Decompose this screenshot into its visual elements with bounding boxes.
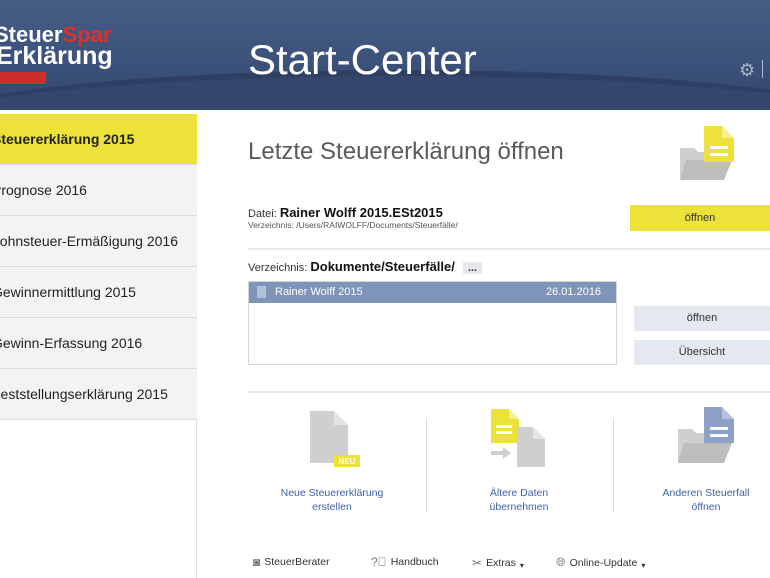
action-label: Ältere Daten übernehmen [429,487,609,514]
help-icon: ?⃞ [371,555,387,569]
tools-icon: ✂ [472,555,483,570]
action-label: Anderen Steuerfall öffnen [616,487,770,514]
action-label-line2: erstellen [312,500,352,513]
header: SteuerSpar Erklärung Start-Center ⚙ [0,0,770,110]
action-label-line2: übernehmen [489,500,549,513]
file-info: Datei: Rainer Wolff 2015.ESt2015 [248,205,443,220]
open-other-case-action[interactable]: Anderen Steuerfall öffnen [616,405,770,514]
logo-bar [0,72,46,84]
sidebar-item-label: Feststellungserklärung 2015 [0,386,168,402]
recent-file-icon [680,126,734,180]
tool-label: Extras [486,556,516,569]
dir-path: /Users/RAIWOLFF/Documents/Steuerfälle/ [296,220,458,230]
open-folder-icon [678,407,734,463]
sidebar-item-gewinnermittlung-2015[interactable]: Gewinnermittlung 2015 [0,267,197,318]
sidebar-item-prognose-2016[interactable]: Prognose 2016 [0,165,197,216]
divider [426,418,427,512]
new-tax-return-action[interactable]: NEU Neue Steuererklärung erstellen [242,405,422,514]
tool-label: Online-Update [569,556,638,569]
action-label-line2: öffnen [691,500,721,513]
sidebar-item-label: Gewinnermittlung 2015 [0,284,136,300]
new-document-icon: NEU [310,411,360,467]
sidebar-item-steuererklaerung-2015[interactable]: Steuererklärung 2015 [0,114,197,165]
extras-menu[interactable]: ✂ Extras ▾ [472,555,524,571]
divider [248,248,770,250]
sidebar-item-label: Lohnsteuer-Ermäßigung 2016 [0,233,179,249]
import-data-action[interactable]: Ältere Daten übernehmen [429,405,609,514]
folder-label: Verzeichnis: [248,262,308,274]
sidebar: Steuererklärung 2015 Prognose 2016 Lohns… [0,114,197,578]
folder-name: Dokumente/Steuerfälle/ [310,259,455,274]
overview-button[interactable]: Übersicht [634,340,770,365]
handbuch-button[interactable]: ?⃞ Handbuch [371,555,439,569]
new-badge: NEU [339,457,356,466]
chevron-down-icon: ▾ [641,561,646,570]
document-icon [257,286,266,298]
sidebar-item-lohnsteuer-2016[interactable]: Lohnsteuer-Ermäßigung 2016 [0,216,197,267]
chevron-down-icon: ▾ [519,561,524,570]
action-label-line1: Ältere Daten [489,487,549,499]
file-row-date: 26.01.2016 [546,286,602,298]
globe-icon: 🌐︎ [556,555,566,569]
directory-info: Verzeichnis: /Users/RAIWOLFF/Documents/S… [248,220,458,230]
tool-label: SteuerBerater [264,556,330,568]
divider [762,60,763,78]
logo-line2: Erklärung [0,42,113,70]
camera-icon: ◙ [253,555,261,569]
file-row-name: Rainer Wolff 2015 [275,286,363,298]
dir-label: Verzeichnis: [248,220,294,230]
page-title: Start-Center [248,36,477,83]
action-label-line1: Anderen Steuerfall [662,487,750,499]
sidebar-item-label: Steuererklärung 2015 [0,131,135,147]
sidebar-item-label: Gewinn-Erfassung 2016 [0,335,143,351]
folder-info: Verzeichnis: Dokumente/Steuerfälle/... [248,259,483,274]
file-list-row[interactable]: Rainer Wolff 2015 26.01.2016 [249,282,616,303]
file-name: Rainer Wolff 2015.ESt2015 [279,205,443,220]
open-button[interactable]: öffnen [634,306,770,331]
action-label: Neue Steuererklärung erstellen [242,487,422,514]
section-heading: Letzte Steuererklärung öffnen [248,138,564,165]
steuerberater-button[interactable]: ◙ SteuerBerater [253,555,330,569]
sidebar-item-gewinn-erfassung-2016[interactable]: Gewinn-Erfassung 2016 [0,318,197,369]
open-last-button[interactable]: öffnen [630,205,770,231]
import-data-icon [491,409,545,467]
sidebar-item-label: Prognose 2016 [0,182,87,198]
divider [248,391,770,393]
file-list[interactable]: Rainer Wolff 2015 26.01.2016 [248,281,617,365]
gear-icon[interactable]: ⚙ [739,60,755,81]
online-update-menu[interactable]: 🌐︎ Online-Update ▾ [556,555,645,570]
action-label-line1: Neue Steuererklärung [280,487,384,499]
file-label: Datei: [248,208,277,220]
browse-folder-button[interactable]: ... [462,262,483,274]
tool-label: Handbuch [390,556,439,568]
sidebar-item-feststellung-2015[interactable]: Feststellungserklärung 2015 [0,369,197,420]
divider [613,418,614,512]
